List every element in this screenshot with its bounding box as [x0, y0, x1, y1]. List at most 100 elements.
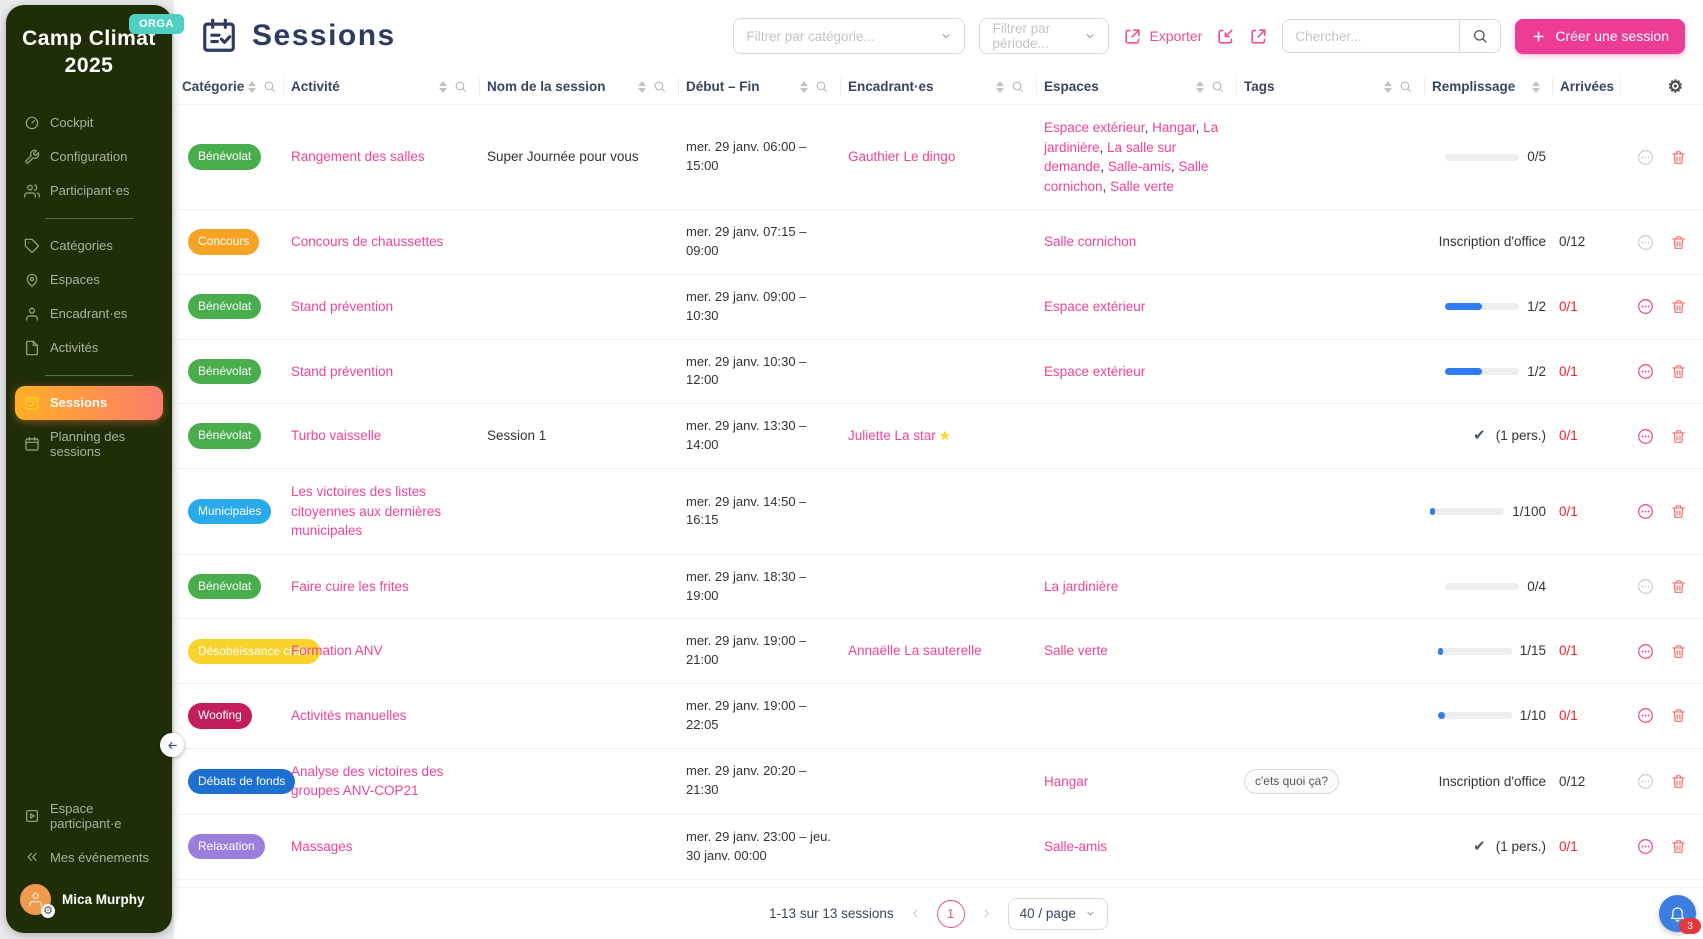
category-badge[interactable]: Bénévolat [188, 423, 261, 448]
activity-link[interactable]: Stand prévention [291, 299, 393, 314]
delete-icon[interactable] [1670, 643, 1687, 660]
column-search-icon[interactable] [1211, 80, 1224, 93]
leader-link[interactable]: Annaëlle La sauterelle [848, 643, 982, 658]
delete-icon[interactable] [1670, 298, 1687, 315]
chat-icon[interactable] [1636, 502, 1655, 521]
sidebar-item-sessions[interactable]: Sessions [15, 386, 163, 420]
column-header-encadrant-es[interactable]: Encadrant·es [840, 69, 1036, 104]
category-badge[interactable]: Bénévolat [188, 359, 261, 384]
chat-icon[interactable] [1636, 362, 1655, 381]
column-header-espaces[interactable]: Espaces [1036, 69, 1236, 104]
search-button[interactable] [1459, 19, 1501, 53]
sort-icon[interactable] [248, 81, 256, 93]
column-header-arrivees[interactable]: Arrivées [1552, 69, 1620, 104]
leader-link[interactable]: Juliette La star [848, 428, 936, 443]
activity-link[interactable]: Analyse des victoires des groupes ANV-CO… [291, 764, 443, 799]
space-link[interactable]: Espace extérieur [1044, 299, 1145, 314]
leader-link[interactable]: Gauthier Le dingo [848, 149, 955, 164]
chat-icon[interactable] [1636, 642, 1655, 661]
activity-link[interactable]: Concours de chaussettes [291, 234, 443, 249]
chat-icon[interactable] [1636, 148, 1655, 167]
activity-link[interactable]: Les victoires des listes citoyennes aux … [291, 484, 441, 538]
filter-category-select[interactable]: Filtrer par catégorie... [733, 18, 965, 54]
activity-link[interactable]: Formation ANV [291, 643, 383, 658]
delete-icon[interactable] [1670, 578, 1687, 595]
sidebar-item-encadrant-es[interactable]: Encadrant·es [15, 297, 163, 331]
chat-icon[interactable] [1636, 233, 1655, 252]
export-button[interactable]: Exporter [1123, 27, 1202, 46]
avatar[interactable]: ⚙ [20, 884, 51, 915]
space-link[interactable]: Salle verte [1044, 643, 1108, 658]
space-link[interactable]: Salle-amis [1108, 159, 1171, 174]
chat-icon[interactable] [1636, 297, 1655, 316]
column-header-categorie[interactable]: Catégorie [174, 69, 283, 104]
column-search-icon[interactable] [1399, 80, 1412, 93]
create-session-button[interactable]: Créer une session [1515, 19, 1685, 54]
sidebar-item-categories[interactable]: Catégories [15, 229, 163, 263]
search-input[interactable] [1282, 19, 1459, 53]
column-header-nom-de-la-session[interactable]: Nom de la session [479, 69, 678, 104]
activity-link[interactable]: Activités manuelles [291, 708, 407, 723]
activity-link[interactable]: Faire cuire les frites [291, 579, 409, 594]
sidebar-item-cockpit[interactable]: Cockpit [15, 106, 163, 140]
chat-icon[interactable] [1636, 706, 1655, 725]
sidebar-item-participant-es[interactable]: Participant·es [15, 174, 163, 208]
delete-icon[interactable] [1670, 773, 1687, 790]
space-link[interactable]: Hangar [1044, 774, 1088, 789]
sidebar-item-mes-evenements[interactable]: Mes événements [15, 840, 163, 874]
category-badge[interactable]: Bénévolat [188, 574, 261, 599]
category-badge[interactable]: Municipales [188, 499, 271, 524]
space-link[interactable]: Salle cornichon [1044, 234, 1136, 249]
sort-icon[interactable] [439, 81, 447, 93]
sort-icon[interactable] [800, 81, 808, 93]
column-header-activite[interactable]: Activité [283, 69, 479, 104]
column-header-debut-fin[interactable]: Début – Fin [678, 69, 840, 104]
delete-icon[interactable] [1670, 428, 1687, 445]
column-search-icon[interactable] [1011, 80, 1024, 93]
delete-icon[interactable] [1670, 234, 1687, 251]
import-sessions-button[interactable] [1249, 27, 1268, 46]
delete-icon[interactable] [1670, 149, 1687, 166]
page-number[interactable]: 1 [937, 900, 965, 928]
column-search-icon[interactable] [653, 80, 666, 93]
sidebar-item-planning-des-sessions[interactable]: Planning des sessions [15, 420, 163, 468]
activity-link[interactable]: Stand prévention [291, 364, 393, 379]
column-header-tags[interactable]: Tags [1236, 69, 1424, 104]
activity-link[interactable]: Turbo vaisselle [291, 428, 381, 443]
category-badge[interactable]: Woofing [188, 703, 252, 728]
sidebar-item-espaces[interactable]: Espaces [15, 263, 163, 297]
sort-icon[interactable] [638, 81, 646, 93]
delete-icon[interactable] [1670, 838, 1687, 855]
column-search-icon[interactable] [263, 80, 276, 93]
space-link[interactable]: Salle verte [1110, 179, 1174, 194]
activity-link[interactable]: Rangement des salles [291, 149, 425, 164]
sidebar-item-espace-participant-e[interactable]: Espace participant·e [15, 792, 163, 840]
space-link[interactable]: Espace extérieur [1044, 120, 1145, 135]
category-badge[interactable]: Débats de fonds [188, 769, 295, 794]
next-page-icon[interactable] [980, 907, 993, 920]
column-search-icon[interactable] [815, 80, 828, 93]
chat-icon[interactable] [1636, 577, 1655, 596]
column-header-remplissage[interactable]: Remplissage [1424, 69, 1552, 104]
sort-icon[interactable] [996, 81, 1004, 93]
sidebar-item-activites[interactable]: Activités [15, 331, 163, 365]
category-badge[interactable]: Bénévolat [188, 144, 261, 169]
import-button[interactable] [1216, 27, 1235, 46]
notifications-button[interactable]: 3 [1659, 895, 1696, 932]
space-link[interactable]: Espace extérieur [1044, 364, 1145, 379]
category-badge[interactable]: Bénévolat [188, 294, 261, 319]
delete-icon[interactable] [1670, 707, 1687, 724]
chat-icon[interactable] [1636, 427, 1655, 446]
sidebar-item-configuration[interactable]: Configuration [15, 140, 163, 174]
space-link[interactable]: Hangar [1152, 120, 1196, 135]
activity-link[interactable]: Massages [291, 839, 353, 854]
prev-page-icon[interactable] [909, 907, 922, 920]
sort-icon[interactable] [1384, 81, 1392, 93]
user-menu[interactable]: ⚙ Mica Murphy [6, 874, 172, 933]
category-badge[interactable]: Concours [188, 229, 259, 254]
category-badge[interactable]: Relaxation [188, 834, 265, 859]
sort-icon[interactable] [1196, 81, 1204, 93]
tag-chip[interactable]: c'ets quoi ça? [1244, 769, 1339, 794]
sort-icon[interactable] [1532, 81, 1540, 93]
delete-icon[interactable] [1670, 503, 1687, 520]
